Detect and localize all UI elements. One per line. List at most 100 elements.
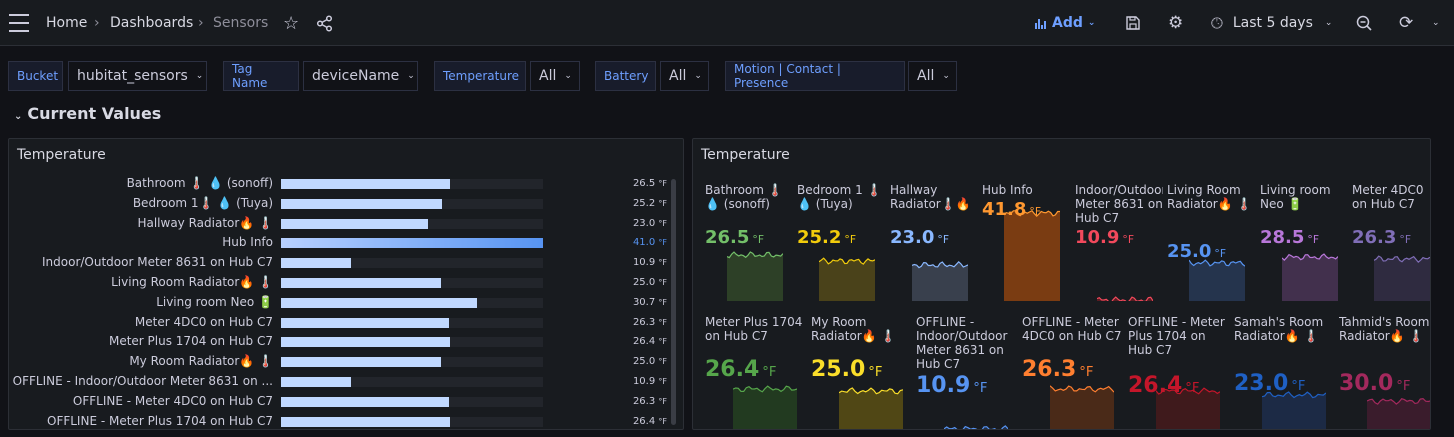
stat-tile[interactable]: Indoor/Outdoor Meter 8631 on Hub C7 10.9 °… [1075, 183, 1163, 301]
variable-value: deviceName [312, 68, 400, 84]
breadcrumb-dashboards[interactable]: Dashboards [110, 0, 193, 46]
zoom-out-icon[interactable] [1356, 0, 1373, 46]
bar-gauge-track [281, 396, 543, 407]
breadcrumb-separator-icon: › [94, 15, 100, 31]
variable-label-tag-name: Tag Name [223, 61, 299, 91]
bar-gauge-row: Bathroom 🌡️ 💧 (sonoff) 26.5 °F [9, 174, 683, 194]
bar-gauge-label: Bathroom 🌡️ 💧 (sonoff) [126, 176, 273, 190]
stat-tile[interactable]: OFFLINE - Indoor/Outdoor Meter 8631 on H… [916, 315, 1016, 429]
stat-tile[interactable]: Hub Info 41.8 °F [982, 183, 1070, 301]
share-icon[interactable] [316, 0, 333, 46]
sparkline-area [1189, 260, 1245, 301]
stat-tile[interactable]: My Room Radiator🔥 🌡️ 25.0 °F [811, 315, 911, 429]
bar-gauge-track [281, 278, 543, 288]
sparkline-area [1004, 210, 1060, 301]
hamburger-menu-icon[interactable] [8, 0, 30, 46]
star-icon[interactable]: ☆ [283, 0, 299, 46]
bar-gauge-row: OFFLINE - Indoor/Outdoor Meter 8631 on .… [9, 372, 683, 392]
bar-gauge-row: OFFLINE - Meter Plus 1704 on Hub C7 26.4 … [9, 412, 683, 429]
bar-gauge-value: 25.0 °F [632, 277, 667, 288]
bar-gauge-row: Meter Plus 1704 on Hub C7 26.4 °F [9, 332, 683, 352]
breadcrumb-home[interactable]: Home [46, 0, 87, 46]
bar-gauge-track [281, 238, 543, 249]
bar-gauge-value: 26.5 °F [632, 178, 667, 189]
bar-gauge-fill [281, 396, 450, 407]
sparkline-area [912, 261, 968, 301]
bar-gauge-track [281, 179, 543, 189]
sparkline [733, 385, 797, 429]
sparkline [912, 260, 968, 301]
bar-gauge-value: 26.3 °F [632, 395, 667, 407]
bar-gauge-fill [281, 337, 450, 348]
bar-gauge-track [281, 297, 543, 308]
stat-tile[interactable]: Meter Plus 1704 on Hub C7 26.4 °F [705, 315, 805, 429]
scrollbar[interactable] [671, 179, 676, 425]
stat-tile[interactable]: Bathroom 🌡️ 💧 (sonoff) 26.5 °F [705, 183, 793, 301]
variable-select-tag-name[interactable]: deviceName ⌄ [303, 61, 418, 91]
bar-gauge-label: Living room Neo 🔋 [156, 294, 273, 309]
stat-tile-value: 25.0 °F [811, 357, 883, 382]
bar-gauge-fill [281, 357, 441, 368]
stat-tile-value: 26.4 °F [1128, 373, 1200, 398]
panel-title[interactable]: Temperature [701, 147, 790, 163]
breadcrumb-current-sensors: Sensors [213, 15, 269, 31]
variable-select-bucket[interactable]: hubitat_sensors ⌄ [68, 61, 207, 91]
sparkline-area [1050, 385, 1114, 429]
variable-select-motion-contact-presence[interactable]: All ⌄ [908, 61, 957, 91]
clock-icon: 🕓︎ [1211, 14, 1223, 32]
stat-tile[interactable]: Samah's Room Radiator🔥 🌡️ 23.0 °F [1234, 315, 1334, 429]
bar-gauge-fill [281, 317, 450, 328]
stat-tile[interactable]: Living Room Radiator🔥 🌡️ 25.0 °F [1167, 183, 1255, 301]
row-title: Current Values [27, 104, 162, 123]
bar-gauge-track [281, 218, 543, 229]
variable-select-temperature[interactable]: All ⌄ [530, 61, 580, 91]
variable-label-battery: Battery [595, 61, 656, 91]
stat-tile-name: Hub Info [982, 183, 1033, 197]
stat-tile-name: Living room Neo 🔋 [1260, 183, 1331, 211]
time-picker-button[interactable]: 🕓︎ Last 5 days ⌄ [1211, 0, 1332, 46]
sparkline [1189, 259, 1245, 301]
bar-gauge-value: 25.2 °F [632, 197, 667, 209]
bar-gauge-label: OFFLINE - Meter Plus 1704 on Hub C7 [47, 413, 273, 428]
row-toggle-current-values[interactable]: ⌄ Current Values [14, 104, 161, 123]
gear-icon[interactable]: ⚙ [1168, 0, 1183, 46]
stat-tile[interactable]: OFFLINE - Meter Plus 1704 on Hub C7 26.4 °… [1128, 315, 1228, 429]
refresh-interval-chevron-icon[interactable]: ⌄ [1432, 0, 1440, 46]
stat-tile[interactable]: OFFLINE - Meter 4DC0 on Hub C7 26.3 °F [1022, 315, 1122, 429]
stat-tile[interactable]: Bedroom 1 🌡️ 💧 (Tuya) 25.2 °F [797, 183, 885, 301]
stat-tile-value: 23.0 °F [890, 227, 950, 248]
sparkline [1374, 255, 1430, 301]
variable-select-battery[interactable]: All ⌄ [660, 61, 709, 91]
sparkline [839, 387, 903, 429]
save-icon[interactable] [1125, 0, 1141, 46]
stat-tile-value: 26.4 °F [705, 357, 777, 382]
stat-tile-name: Hallway Radiator🌡️🔥 [890, 183, 971, 211]
refresh-icon[interactable]: ⟳ [1399, 0, 1413, 46]
stat-tile-name: OFFLINE - Meter Plus 1704 on Hub C7 [1128, 315, 1225, 357]
stat-tile-value: 25.2 °F [797, 227, 857, 248]
stat-tile[interactable]: Living room Neo 🔋 28.5 °F [1260, 183, 1348, 301]
chevron-down-icon: ⌄ [694, 71, 702, 81]
bar-gauge-label: OFFLINE - Indoor/Outdoor Meter 8631 on .… [12, 374, 273, 388]
bar-gauge-label: My Room Radiator🔥 🌡️ [129, 354, 273, 369]
bar-gauge-row: OFFLINE - Meter 4DC0 on Hub C7 26.3 °F [9, 392, 683, 412]
stat-tile[interactable]: Hallway Radiator🌡️🔥 23.0 °F [890, 183, 978, 301]
bar-gauge-label: Hub Info [222, 235, 273, 250]
bar-gauge-track [281, 198, 543, 209]
stat-tile-value: 26.3 °F [1352, 227, 1412, 248]
sparkline-area [819, 258, 875, 301]
bar-gauge-row: My Room Radiator🔥 🌡️ 25.0 °F [9, 352, 683, 372]
bar-gauge-value: 10.9 °F [632, 376, 667, 387]
sparkline-area [727, 252, 783, 301]
add-panel-button[interactable]: Add ⌄ [1035, 0, 1095, 46]
stat-tile-name: Bedroom 1 🌡️ 💧 (Tuya) [797, 183, 882, 211]
bar-gauge-value: 30.7 °F [632, 296, 667, 308]
stat-tile[interactable]: Meter 4DC0 on Hub C7 26.3 °F [1352, 183, 1430, 301]
bar-gauge-track [281, 357, 543, 368]
bar-gauge-value: 10.9 °F [632, 257, 667, 269]
bar-gauge-value: 41.0 °F [632, 237, 667, 249]
panel-title[interactable]: Temperature [17, 147, 106, 163]
variable-value: hubitat_sensors [77, 68, 188, 84]
sparkline [1050, 385, 1114, 429]
stat-tile[interactable]: Tahmid's Room Radiator🔥 🌡️ 30.0 °F [1339, 315, 1430, 429]
